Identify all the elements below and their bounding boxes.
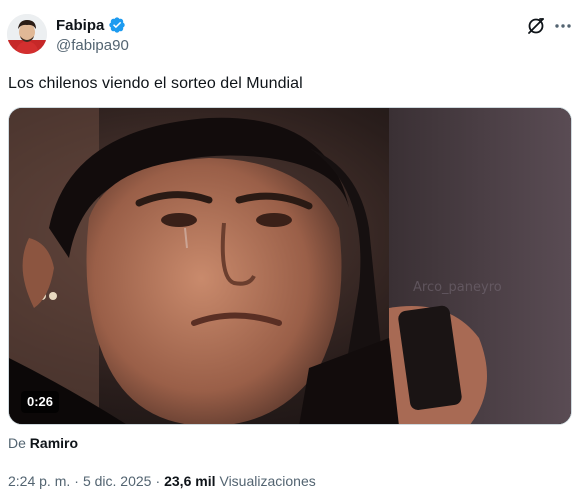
- views-count[interactable]: 23,6 mil: [164, 473, 215, 489]
- author-handle[interactable]: @fabipa90: [56, 37, 129, 54]
- video-watermark: Arco_paneyro: [413, 280, 502, 295]
- tweet-date[interactable]: 5 dic. 2025: [83, 473, 152, 489]
- more-icon: [555, 24, 571, 28]
- media-source: De Ramiro: [8, 435, 78, 451]
- views-label: Visualizaciones: [219, 473, 316, 489]
- tweet-time[interactable]: 2:24 p. m.: [8, 473, 70, 489]
- grok-button[interactable]: [526, 16, 546, 36]
- tweet-text: Los chilenos viendo el sorteo del Mundia…: [8, 75, 303, 92]
- video-duration-badge: 0:26: [21, 391, 60, 413]
- source-name-link[interactable]: Ramiro: [30, 435, 78, 451]
- tweet-card: Fabipa @fabipa90 Los chilenos viendo el …: [0, 0, 588, 495]
- avatar[interactable]: [7, 14, 47, 54]
- tweet-meta: 2:24 p. m. · 5 dic. 2025 · 23,6 mil Visu…: [8, 473, 316, 489]
- verified-badge-icon: [108, 16, 126, 34]
- grok-icon: [528, 18, 544, 34]
- source-prefix: De: [8, 435, 26, 451]
- display-name[interactable]: Fabipa: [56, 17, 104, 34]
- video-thumbnail: [9, 108, 571, 424]
- meta-separator: ·: [74, 473, 79, 489]
- author-name-row: Fabipa: [56, 15, 126, 35]
- meta-separator: ·: [155, 473, 161, 489]
- more-button[interactable]: [552, 16, 574, 36]
- video-player[interactable]: Arco_paneyro 0:26: [8, 107, 572, 425]
